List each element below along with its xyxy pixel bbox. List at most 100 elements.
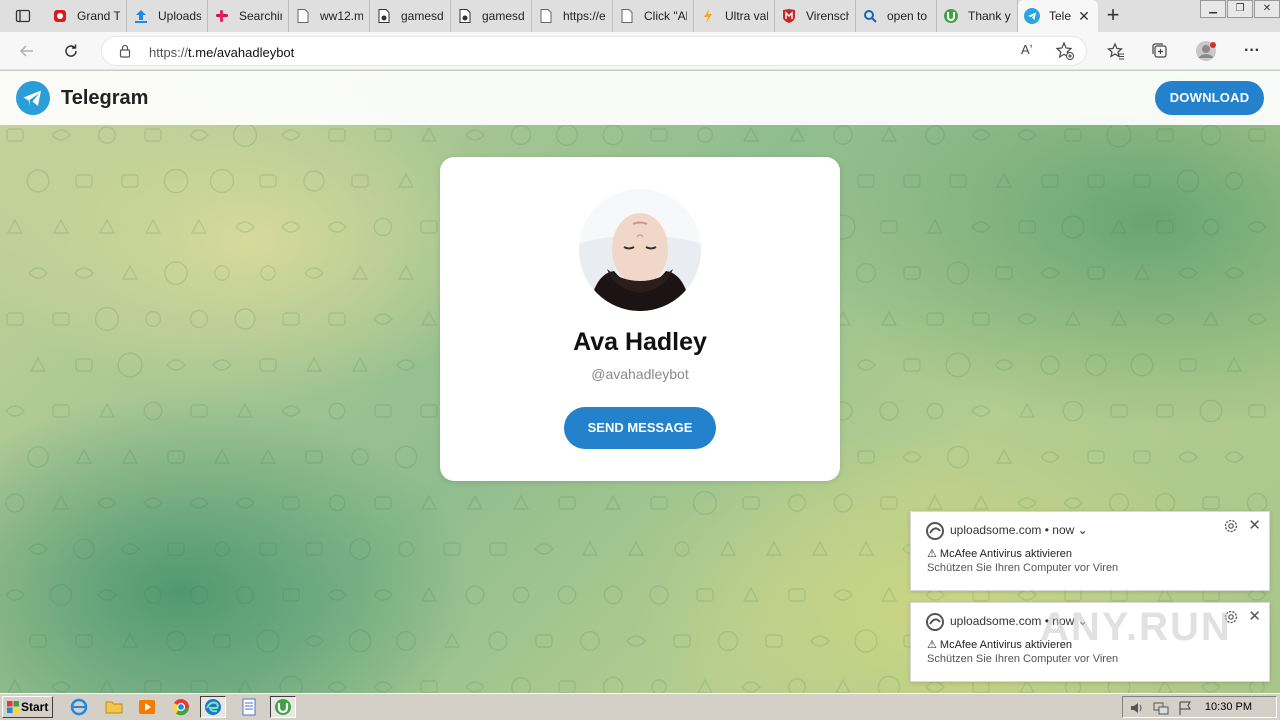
doodle-shape — [1133, 264, 1151, 280]
doodle-shape — [788, 678, 806, 693]
doodle-shape — [697, 678, 713, 693]
notification-body: Schützen Sie Ihren Computer vor Viren — [927, 653, 1119, 665]
url-scheme: https:// — [149, 45, 189, 60]
telegram-page: Telegram DOWNLOAD Ava Hadley @avahadleyb… — [0, 71, 1280, 693]
utorrent-icon — [944, 9, 958, 23]
doodle-shape — [1085, 354, 1107, 376]
close-icon[interactable]: ✕ — [1248, 607, 1261, 625]
url-text[interactable]: https://t.me/avahadleybot — [149, 45, 294, 60]
telegram-header: Telegram DOWNLOAD — [0, 71, 1280, 125]
doodle-shape — [925, 681, 945, 693]
profile-button[interactable] — [1192, 37, 1220, 65]
flag-icon[interactable] — [1177, 700, 1193, 716]
clock[interactable]: 10:30 PM — [1205, 701, 1252, 713]
doodle-shape — [73, 538, 95, 560]
browser-tab[interactable]: Ultra val — [694, 0, 775, 32]
settings-more-button[interactable]: ··· — [1238, 37, 1266, 65]
doodle-shape — [163, 168, 189, 194]
utorrent-taskbar-button[interactable] — [270, 696, 296, 718]
add-favorite-icon[interactable] — [1055, 41, 1075, 61]
back-button[interactable] — [13, 37, 41, 65]
slack-icon — [216, 10, 228, 22]
browser-tab[interactable]: Click "Al — [613, 0, 694, 32]
doodle-shape — [971, 221, 991, 233]
doodle-shape — [1110, 310, 1128, 326]
start-button[interactable]: Start — [2, 696, 53, 718]
tab-telegram-active[interactable]: Tele ✕ — [1018, 0, 1098, 32]
tab-actions-button[interactable] — [0, 0, 46, 32]
browser-tab[interactable]: Virensch — [775, 0, 856, 32]
doodle-shape — [880, 496, 898, 510]
edge-taskbar-button[interactable] — [200, 696, 226, 718]
browser-tab[interactable]: Uploads — [127, 0, 208, 32]
doodle-shape — [209, 168, 235, 194]
doodle-shape — [1017, 313, 1037, 325]
doodle-shape — [972, 312, 990, 326]
doodle-shape — [1017, 497, 1037, 509]
read-aloud-icon[interactable]: Aʼ — [1021, 42, 1033, 57]
folder-icon[interactable] — [105, 698, 123, 716]
close-icon[interactable]: ✕ — [1248, 516, 1261, 534]
doodle-shape — [877, 675, 901, 693]
notification-toast[interactable]: uploadsome.com • now ⌄ ⚠ McAfee Antiviru… — [910, 511, 1270, 591]
doodle-shape — [373, 589, 393, 601]
download-button[interactable]: DOWNLOAD — [1155, 81, 1264, 115]
doodle-shape — [327, 221, 347, 233]
lock-icon[interactable] — [118, 44, 132, 58]
browser-tab[interactable]: Thank y — [937, 0, 1018, 32]
doodle-shape — [555, 125, 579, 147]
doodle-shape — [880, 126, 898, 142]
refresh-button[interactable] — [57, 37, 85, 65]
send-message-button[interactable]: SEND MESSAGE — [564, 407, 716, 449]
doodle-shape — [165, 630, 187, 652]
doodle-shape — [971, 405, 991, 417]
close-tab-icon[interactable]: ✕ — [1076, 8, 1092, 24]
chrome-icon[interactable] — [172, 698, 190, 716]
doodle-shape — [75, 358, 93, 372]
doodle-shape — [443, 542, 461, 556]
network-icon[interactable] — [1153, 700, 1169, 716]
browser-tab[interactable]: https://e — [532, 0, 613, 32]
doodle-shape — [854, 629, 878, 653]
browser-tab[interactable]: Searchin — [208, 0, 289, 32]
volume-icon[interactable] — [1129, 700, 1145, 716]
doodle-shape — [1202, 218, 1220, 236]
tab-title: Searchin — [239, 9, 282, 23]
edge-browser-icon — [926, 522, 944, 540]
close-window-button[interactable]: ✕ — [1254, 0, 1280, 18]
doodle-shape — [305, 356, 323, 372]
doodle-shape — [512, 586, 530, 604]
favorites-button[interactable] — [1102, 37, 1130, 65]
doodle-shape — [29, 356, 47, 372]
doodle-shape — [5, 589, 25, 601]
doodle-shape — [466, 494, 484, 510]
start-label: Start — [21, 700, 49, 714]
doodle-shape — [1156, 128, 1174, 142]
doodle-shape — [1178, 267, 1198, 279]
telegram-icon — [1024, 8, 1040, 24]
minimize-button[interactable]: ▁ — [1200, 0, 1226, 18]
new-tab-button[interactable]: + — [1098, 0, 1128, 32]
doodle-shape — [880, 310, 898, 326]
media-player-icon[interactable] — [138, 698, 156, 716]
doodle-shape — [946, 445, 970, 469]
window-controls: ▁ ❐ ✕ — [1199, 0, 1280, 18]
doodle-shape — [328, 128, 346, 142]
browser-tab[interactable]: Grand TI — [46, 0, 127, 32]
gear-icon[interactable] — [1223, 518, 1239, 534]
doodle-shape — [994, 359, 1014, 371]
telegram-brand-name[interactable]: Telegram — [61, 87, 148, 110]
collections-button[interactable] — [1146, 37, 1174, 65]
internet-explorer-icon[interactable] — [70, 698, 88, 716]
browser-tab[interactable]: open to — [856, 0, 937, 32]
browser-tab[interactable]: gamesd — [370, 0, 451, 32]
doodle-shape — [98, 402, 116, 418]
doodle-shape — [1133, 450, 1151, 464]
browser-tab[interactable]: ww12.m — [289, 0, 370, 32]
address-bar[interactable]: https://t.me/avahadleybot Aʼ — [101, 36, 1087, 66]
notepad-icon[interactable] — [240, 698, 258, 716]
tab-actions-icon — [15, 9, 31, 23]
browser-tab[interactable]: gamesd — [451, 0, 532, 32]
restore-button[interactable]: ❐ — [1227, 0, 1253, 18]
telegram-logo-icon[interactable] — [16, 81, 50, 115]
